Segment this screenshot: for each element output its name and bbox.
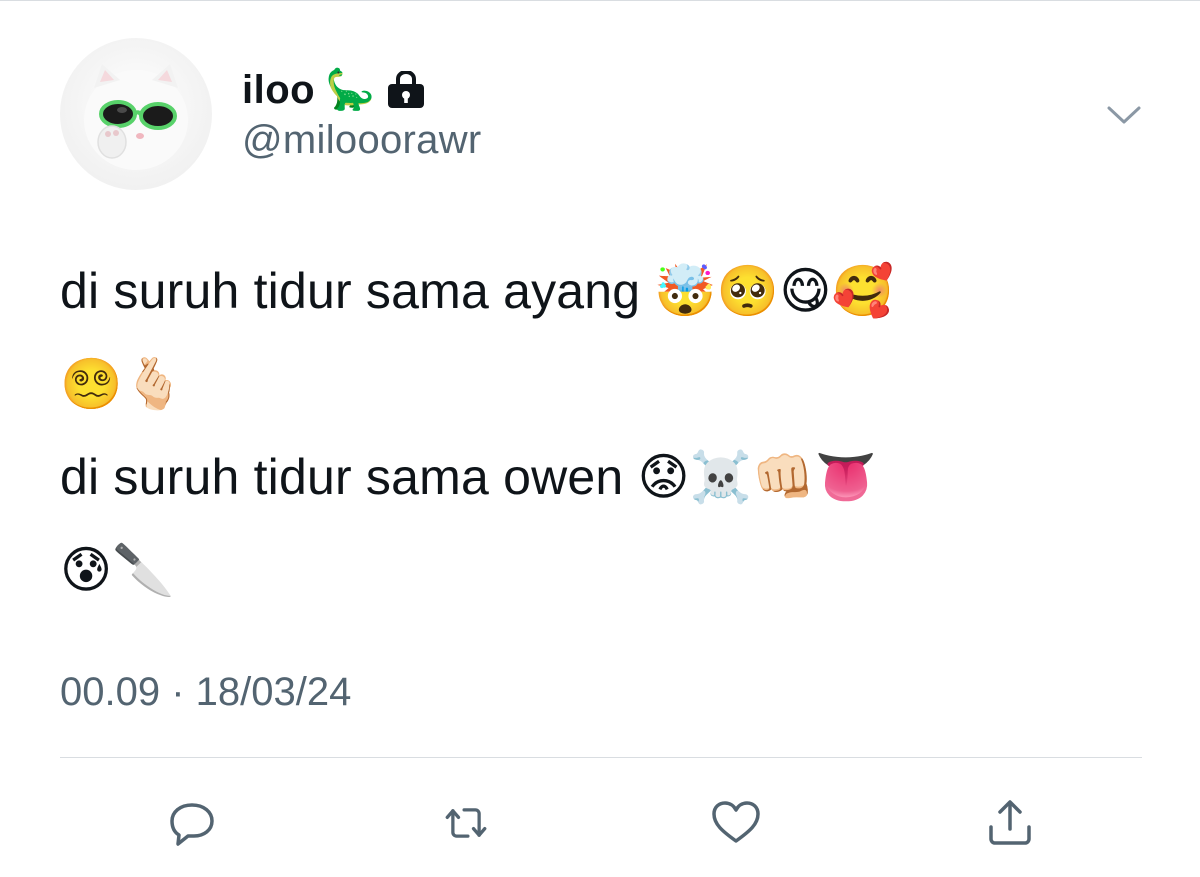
display-name-row: iloo 🦕 — [242, 60, 427, 120]
heart-icon — [712, 801, 760, 843]
divider — [60, 757, 1142, 758]
avatar-cat-with-sunglasses — [84, 64, 188, 170]
tweet-timestamp[interactable]: 00.09 · 18/03/24 — [60, 670, 351, 715]
like-button[interactable] — [706, 793, 766, 853]
tweet-text: di suruh tidur sama ayang 🤯🥺😋🥰 😵‍💫🫰🏻 di … — [60, 263, 895, 598]
user-handle[interactable]: @milooorawr — [242, 118, 482, 163]
reply-icon — [170, 803, 214, 846]
reply-button[interactable] — [162, 793, 222, 853]
retweet-button[interactable] — [436, 793, 496, 853]
chevron-down-icon[interactable] — [1104, 100, 1144, 130]
lock-icon — [385, 71, 427, 109]
share-icon — [989, 800, 1031, 845]
display-name[interactable]: iloo — [242, 68, 315, 113]
retweet-icon — [445, 808, 487, 838]
share-button[interactable] — [980, 793, 1040, 853]
dinosaur-emoji: 🦕 — [325, 68, 375, 112]
top-border — [0, 0, 1200, 1]
avatar[interactable] — [60, 38, 212, 190]
